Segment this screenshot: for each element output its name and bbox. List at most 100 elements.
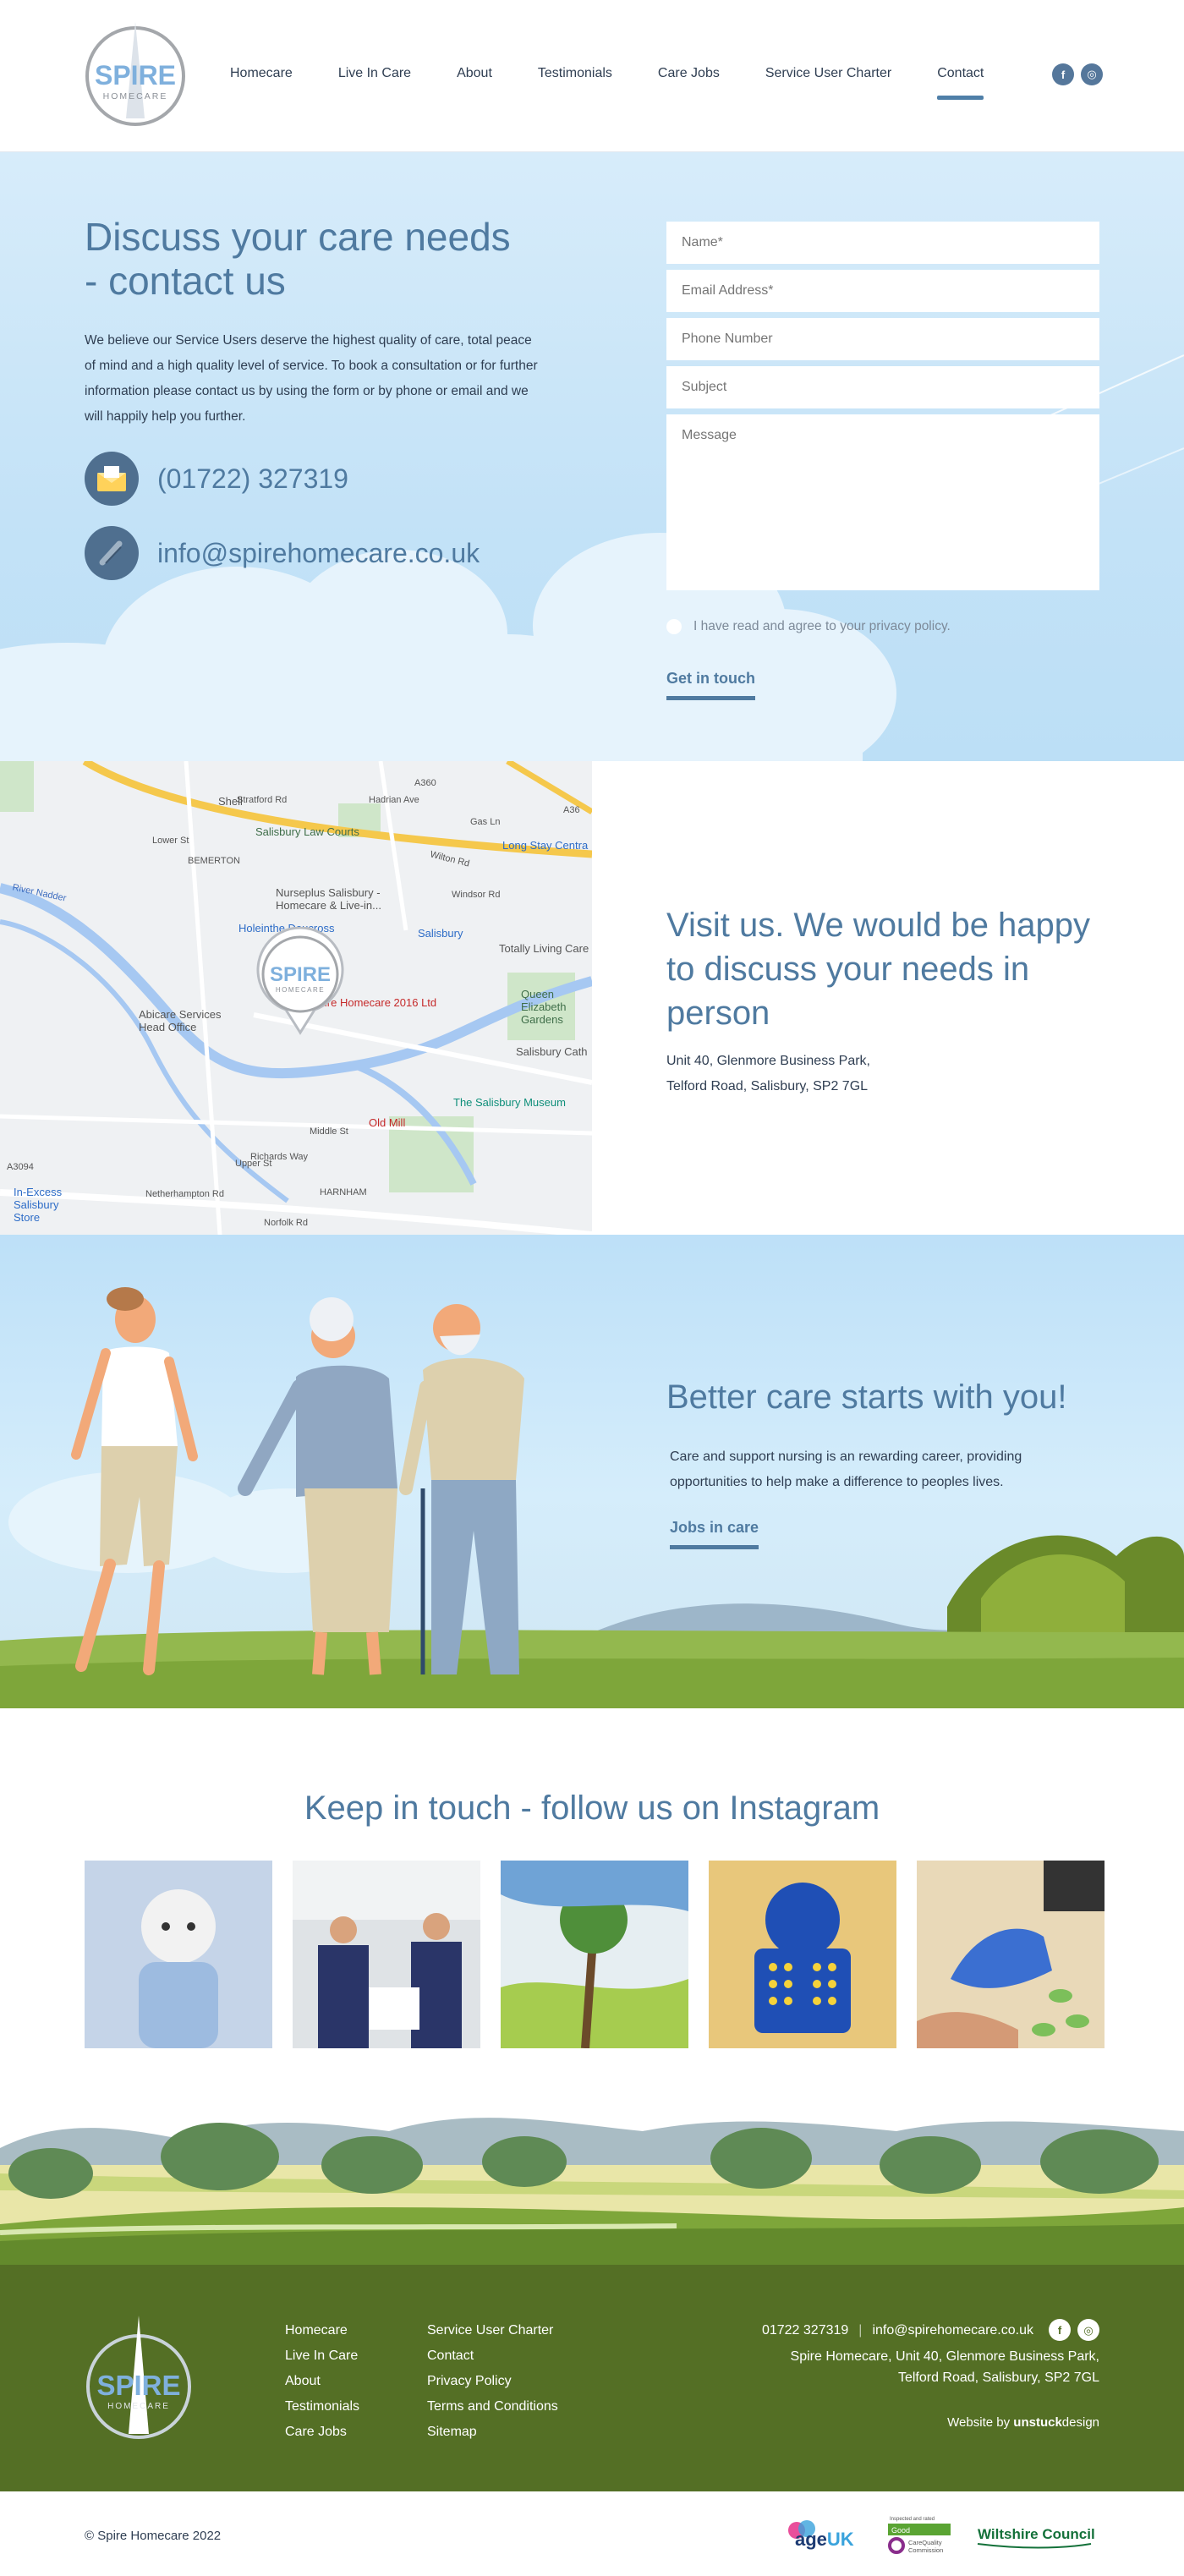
map-pin-logo[interactable]: SPIRE HOMECARE — [245, 927, 355, 1037]
email-field[interactable] — [666, 270, 1099, 312]
instagram-post[interactable] — [501, 1861, 688, 2048]
footer-link[interactable]: Sitemap — [427, 2424, 558, 2440]
credit-prefix: Website by — [947, 2415, 1011, 2430]
footer-instagram-icon[interactable]: ◎ — [1077, 2319, 1099, 2341]
map-label: Abicare Services Head Office — [139, 1008, 222, 1033]
footer-address-line: Telford Road, Salisbury, SP2 7GL — [897, 2370, 1099, 2385]
partner-logos: ageUK Inspected and rated Good CareQuali… — [788, 2517, 1095, 2554]
footer-facebook-icon[interactable]: f — [1049, 2319, 1071, 2341]
main-nav: Homecare Live In Care About Testimonials… — [230, 66, 1029, 100]
phone-number[interactable]: (01722) 327319 — [157, 463, 348, 495]
map-label: Totally Living Care — [499, 942, 589, 955]
map-label: Long Stay Centra — [502, 839, 589, 852]
instagram-post[interactable] — [85, 1861, 272, 2048]
map-label: A36 — [563, 805, 580, 815]
map-label: Netherhampton Rd — [145, 1189, 224, 1199]
email-address[interactable]: info@spirehomecare.co.uk — [157, 538, 480, 569]
footer-link[interactable]: Terms and Conditions — [427, 2398, 558, 2414]
footer-links-secondary: Service User Charter Contact Privacy Pol… — [427, 2322, 558, 2440]
instagram-grid — [85, 1861, 1105, 2048]
footer-address: Spire Homecare, Unit 40, Glenmore Busine… — [762, 2346, 1099, 2388]
map-label: Lower St — [152, 836, 189, 846]
cqc-name-line2: Commission — [908, 2546, 943, 2554]
age-uk-wordmark: ageUK — [795, 2529, 854, 2550]
credit-studio: unstuck — [1013, 2415, 1062, 2430]
privacy-checkbox[interactable] — [666, 619, 682, 634]
footer-email[interactable]: info@spirehomecare.co.uk — [872, 2320, 1033, 2341]
footer-link[interactable]: Contact — [427, 2348, 558, 2364]
nav-about[interactable]: About — [457, 66, 492, 81]
phone-icon — [85, 526, 139, 580]
address-line: Telford Road, Salisbury, SP2 7GL — [666, 1079, 869, 1093]
credit-studio-suffix: design — [1061, 2415, 1099, 2430]
footer-link[interactable]: Testimonials — [285, 2398, 359, 2414]
map-label: Windsor Rd — [452, 890, 501, 900]
footer-logo[interactable]: SPIRE HOMECARE — [85, 2316, 193, 2442]
footer-link[interactable]: Homecare — [285, 2322, 359, 2338]
map-label: BEMERTON — [188, 856, 240, 866]
map-label: Gas Ln — [470, 817, 501, 827]
spire-logo[interactable]: SPIRE HOMECARE — [85, 19, 186, 129]
map-label: Salisbury Law Courts — [255, 825, 359, 838]
contact-intro: We believe our Service Users deserve the… — [85, 333, 538, 424]
nav-contact[interactable]: Contact — [937, 66, 984, 100]
logo-subtitle: HOMECARE — [103, 91, 168, 101]
cqc-rating: Good — [891, 2526, 910, 2535]
instagram-section: Keep in touch - follow us on Instagram — [0, 1708, 1184, 2131]
nav-testimonials[interactable]: Testimonials — [538, 66, 612, 81]
subject-field[interactable] — [666, 366, 1099, 408]
location-map[interactable]: Salisbury Law Courts Nurseplus Salisbury… — [0, 761, 592, 1235]
site-credit[interactable]: Website by unstuckdesign — [762, 2412, 1099, 2433]
instagram-post[interactable] — [709, 1861, 896, 2048]
instagram-post[interactable] — [293, 1861, 480, 2048]
map-pin-subtitle: HOMECARE — [276, 986, 325, 994]
map-label: Queen Elizabeth Gardens — [521, 988, 567, 1026]
footer-link[interactable]: Live In Care — [285, 2348, 359, 2364]
map-label: HARNHAM — [320, 1187, 367, 1198]
map-label: Hadrian Ave — [369, 795, 419, 805]
address-line: Unit 40, Glenmore Business Park, — [666, 1054, 870, 1068]
footer-phone[interactable]: 01722 327319 — [762, 2320, 848, 2341]
bottom-bar: © Spire Homecare 2022 ageUK Inspected an… — [0, 2491, 1184, 2576]
footer-link[interactable]: Care Jobs — [285, 2424, 359, 2440]
logo-wordmark: SPIRE — [95, 60, 176, 90]
map-label: Upper St — [235, 1159, 272, 1169]
map-label: Salisbury Cath — [516, 1045, 588, 1058]
map-label: The Salisbury Museum — [453, 1096, 566, 1109]
map-label: Norfolk Rd — [264, 1218, 308, 1228]
instagram-post[interactable] — [917, 1861, 1105, 2048]
name-field[interactable] — [666, 222, 1099, 264]
footer-address-line: Spire Homecare, Unit 40, Glenmore Busine… — [790, 2349, 1099, 2364]
privacy-consent: I have read and agree to your privacy po… — [666, 619, 951, 634]
contact-form — [666, 222, 1099, 596]
instagram-icon[interactable]: ◎ — [1081, 63, 1103, 85]
message-field[interactable] — [666, 414, 1099, 590]
nav-care-jobs[interactable]: Care Jobs — [658, 66, 720, 81]
contact-email[interactable]: info@spirehomecare.co.uk — [85, 526, 480, 580]
jobs-in-care-button[interactable]: Jobs in care — [670, 1519, 759, 1549]
careers-text: Care and support nursing is an rewarding… — [670, 1450, 1022, 1489]
nav-homecare[interactable]: Homecare — [230, 66, 293, 81]
nav-service-user-charter[interactable]: Service User Charter — [765, 66, 891, 81]
landscape-illustration — [0, 2097, 1184, 2266]
cqc-logo[interactable]: Inspected and rated Good CareQuality Com… — [888, 2517, 951, 2554]
careers-heading: Better care starts with you! — [666, 1378, 1067, 1416]
nav-live-in-care[interactable]: Live In Care — [338, 66, 411, 81]
privacy-label: I have read and agree to your privacy po… — [693, 619, 951, 633]
wiltshire-council-logo[interactable]: Wiltshire Council — [977, 2526, 1095, 2549]
footer-link[interactable]: Service User Charter — [427, 2322, 558, 2338]
visit-heading: Visit us. We would be happy to discuss y… — [666, 907, 1091, 1032]
age-uk-logo[interactable]: ageUK — [788, 2520, 854, 2550]
site-footer: SPIRE HOMECARE Homecare Live In Care Abo… — [0, 2265, 1184, 2491]
site-header: SPIRE HOMECARE Homecare Live In Care Abo… — [0, 0, 1184, 152]
phone-field[interactable] — [666, 318, 1099, 360]
footer-link[interactable]: About — [285, 2373, 359, 2389]
map-label: A3094 — [7, 1162, 34, 1172]
get-in-touch-button[interactable]: Get in touch — [666, 670, 755, 700]
facebook-icon[interactable]: f — [1052, 63, 1074, 85]
cqc-name: CareQuality — [908, 2539, 942, 2546]
contact-phone[interactable]: (01722) 327319 — [85, 452, 348, 506]
footer-link[interactable]: Privacy Policy — [427, 2373, 558, 2389]
copyright: © Spire Homecare 2022 — [85, 2529, 222, 2543]
map-label: Salisbury — [418, 927, 463, 940]
